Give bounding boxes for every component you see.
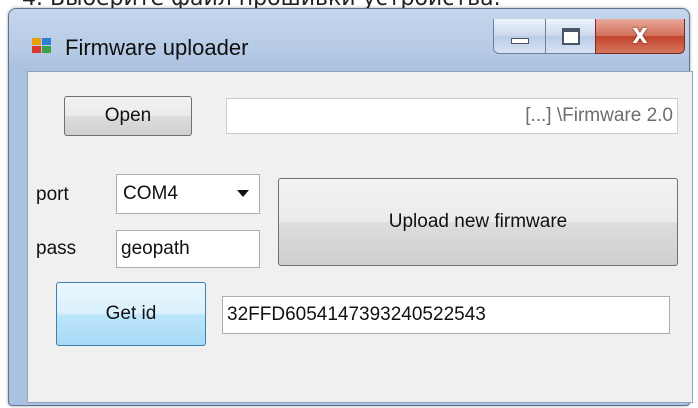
chevron-down-icon (237, 190, 249, 197)
client-area: Open [...] \Firmware 2.0 port COM4 pass … (27, 71, 693, 403)
pass-label: pass (36, 238, 77, 259)
open-button[interactable]: Open (64, 96, 192, 136)
upload-firmware-button[interactable]: Upload new firmware (278, 178, 678, 266)
maximize-button[interactable] (545, 19, 597, 54)
port-select[interactable]: COM4 (116, 174, 260, 214)
close-button[interactable]: X (595, 19, 685, 54)
minimize-icon (511, 38, 529, 44)
app-window: Firmware uploader X Open [...] \Firmware… (8, 8, 693, 406)
port-label: port (36, 184, 69, 205)
get-id-button[interactable]: Get id (56, 282, 206, 346)
close-icon: X (632, 24, 648, 48)
firmware-path-value: [...] \Firmware 2.0 (525, 105, 673, 126)
port-selected-value: COM4 (123, 183, 178, 204)
device-id-field[interactable]: 32FFD6054147393240522543 (222, 296, 670, 334)
pass-field[interactable]: geopath (116, 230, 260, 268)
minimize-button[interactable] (493, 19, 547, 54)
window-title: Firmware uploader (65, 35, 249, 60)
firmware-path-field[interactable]: [...] \Firmware 2.0 (226, 98, 678, 134)
device-id-value: 32FFD6054147393240522543 (227, 304, 486, 325)
pass-value: geopath (121, 238, 190, 259)
maximize-icon (562, 27, 580, 45)
app-icon (32, 38, 51, 53)
